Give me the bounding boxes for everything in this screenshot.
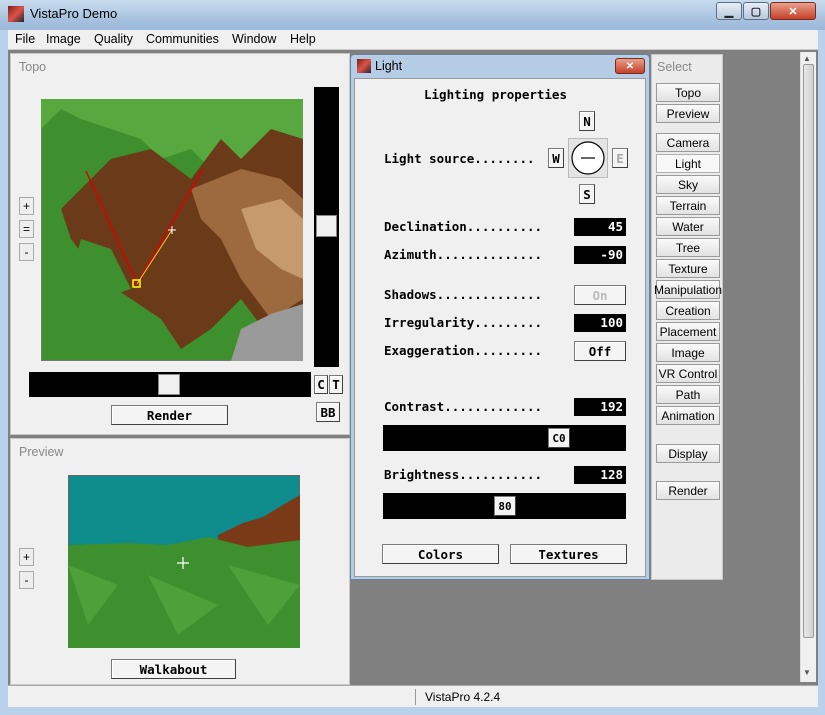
- light-dialog-body: Lighting properties N Light source......…: [354, 78, 646, 577]
- menu-quality[interactable]: Quality: [94, 32, 133, 46]
- topo-zoom-in-button[interactable]: +: [19, 197, 34, 215]
- select-panel: Select Topo Preview Camera Light Sky Terrain…: [651, 54, 723, 580]
- topo-zoom-out-button[interactable]: -: [19, 243, 34, 261]
- select-vr-control-button[interactable]: VR Control: [656, 364, 720, 383]
- maximize-button[interactable]: ▢: [743, 2, 769, 20]
- close-icon: ✕: [625, 60, 635, 72]
- irregularity-label: Irregularity.........: [384, 315, 543, 330]
- menu-help[interactable]: Help: [290, 32, 316, 46]
- select-placement-button[interactable]: Placement: [656, 322, 720, 341]
- preview-zoom-out-button[interactable]: -: [19, 571, 34, 589]
- minimize-button[interactable]: ▁: [716, 2, 742, 20]
- shadows-toggle[interactable]: On: [574, 285, 626, 305]
- main-vertical-scrollbar[interactable]: ▲ ▼: [800, 52, 816, 682]
- irregularity-value[interactable]: 100: [574, 314, 626, 332]
- close-icon: ✕: [788, 5, 798, 18]
- select-animation-button[interactable]: Animation: [656, 406, 720, 425]
- topo-bb-button[interactable]: BB: [316, 402, 340, 422]
- window-title: VistaPro Demo: [30, 6, 118, 21]
- status-bar: VistaPro 4.2.4: [8, 685, 818, 707]
- light-direction-icon: [571, 141, 605, 175]
- select-preview-button[interactable]: Preview: [656, 104, 720, 123]
- azimuth-label: Azimuth..............: [384, 247, 543, 262]
- topo-map[interactable]: [41, 99, 303, 361]
- topo-horizontal-slider-thumb[interactable]: [158, 374, 180, 395]
- topo-vertical-slider-thumb[interactable]: [316, 215, 337, 237]
- scrollbar-thumb[interactable]: [803, 64, 814, 638]
- preview-zoom-in-button[interactable]: +: [19, 548, 34, 566]
- walkabout-button[interactable]: Walkabout: [111, 659, 236, 679]
- select-terrain-button[interactable]: Terrain: [656, 196, 720, 215]
- select-texture-button[interactable]: Texture: [656, 259, 720, 278]
- menu-bar: File Image Quality Communities Window He…: [8, 30, 818, 50]
- contrast-slider-thumb[interactable]: C0: [548, 428, 570, 448]
- exaggeration-toggle[interactable]: Off: [574, 341, 626, 361]
- topo-t-button[interactable]: T: [329, 375, 343, 394]
- preview-panel: Preview + - Walkabout: [10, 438, 350, 685]
- textures-button[interactable]: Textures: [510, 544, 627, 564]
- compass-dial[interactable]: [568, 138, 608, 178]
- azimuth-value[interactable]: -90: [574, 246, 626, 264]
- menu-window[interactable]: Window: [232, 32, 276, 46]
- status-separator: [415, 689, 416, 705]
- menu-file[interactable]: File: [15, 32, 35, 46]
- select-creation-button[interactable]: Creation: [656, 301, 720, 320]
- declination-value[interactable]: 45: [574, 218, 626, 236]
- window-titlebar: [0, 0, 825, 30]
- light-dialog-title: Light: [375, 59, 403, 73]
- menu-communities[interactable]: Communities: [146, 32, 219, 46]
- select-image-button[interactable]: Image: [656, 343, 720, 362]
- contrast-label: Contrast.............: [384, 399, 543, 414]
- select-manipulation-button[interactable]: Manipulation: [654, 280, 722, 299]
- select-topo-button[interactable]: Topo: [656, 83, 720, 102]
- preview-render[interactable]: [68, 475, 300, 648]
- contrast-value[interactable]: 192: [574, 398, 626, 416]
- compass-south-button[interactable]: S: [579, 184, 595, 204]
- select-water-button[interactable]: Water: [656, 217, 720, 236]
- topo-panel: Topo + = - C T Render BB: [10, 53, 350, 435]
- light-source-label: Light source........: [384, 151, 535, 166]
- close-button[interactable]: ✕: [770, 2, 816, 20]
- scroll-up-icon[interactable]: ▲: [803, 54, 811, 63]
- select-render-button[interactable]: Render: [656, 481, 720, 500]
- exaggeration-label: Exaggeration.........: [384, 343, 543, 358]
- light-dialog-icon: [357, 59, 371, 73]
- colors-button[interactable]: Colors: [382, 544, 499, 564]
- select-path-button[interactable]: Path: [656, 385, 720, 404]
- brightness-slider[interactable]: 80: [383, 493, 626, 519]
- topo-zoom-reset-button[interactable]: =: [19, 220, 34, 238]
- topo-vertical-slider[interactable]: [314, 87, 339, 367]
- compass-west-button[interactable]: W: [548, 148, 564, 168]
- brightness-label: Brightness...........: [384, 467, 543, 482]
- light-dialog: Light ✕ Lighting properties N Light sour…: [350, 54, 650, 580]
- contrast-slider[interactable]: C0: [383, 425, 626, 451]
- select-tree-button[interactable]: Tree: [656, 238, 720, 257]
- maximize-icon: ▢: [750, 5, 762, 18]
- declination-label: Declination..........: [384, 219, 543, 234]
- compass-north-button[interactable]: N: [579, 111, 595, 131]
- select-camera-button[interactable]: Camera: [656, 133, 720, 152]
- scroll-down-icon[interactable]: ▼: [803, 668, 811, 677]
- preview-panel-title: Preview: [19, 445, 64, 459]
- minimize-icon: ▁: [724, 5, 734, 18]
- status-version-text: VistaPro 4.2.4: [425, 690, 501, 704]
- light-dialog-close-button[interactable]: ✕: [615, 58, 645, 74]
- select-light-button[interactable]: Light: [656, 154, 720, 173]
- topo-render-button[interactable]: Render: [111, 405, 228, 425]
- menu-image[interactable]: Image: [46, 32, 81, 46]
- brightness-value[interactable]: 128: [574, 466, 626, 484]
- topo-c-button[interactable]: C: [314, 375, 328, 394]
- compass-east-button[interactable]: E: [612, 148, 628, 168]
- topo-horizontal-slider[interactable]: [29, 372, 311, 397]
- select-display-button[interactable]: Display: [656, 444, 720, 463]
- lighting-properties-heading: Lighting properties: [424, 87, 567, 102]
- brightness-slider-thumb[interactable]: 80: [494, 496, 516, 516]
- topo-panel-title: Topo: [19, 60, 47, 74]
- select-sky-button[interactable]: Sky: [656, 175, 720, 194]
- select-panel-title: Select: [657, 60, 692, 74]
- shadows-label: Shadows..............: [384, 287, 543, 302]
- app-icon[interactable]: [8, 6, 24, 22]
